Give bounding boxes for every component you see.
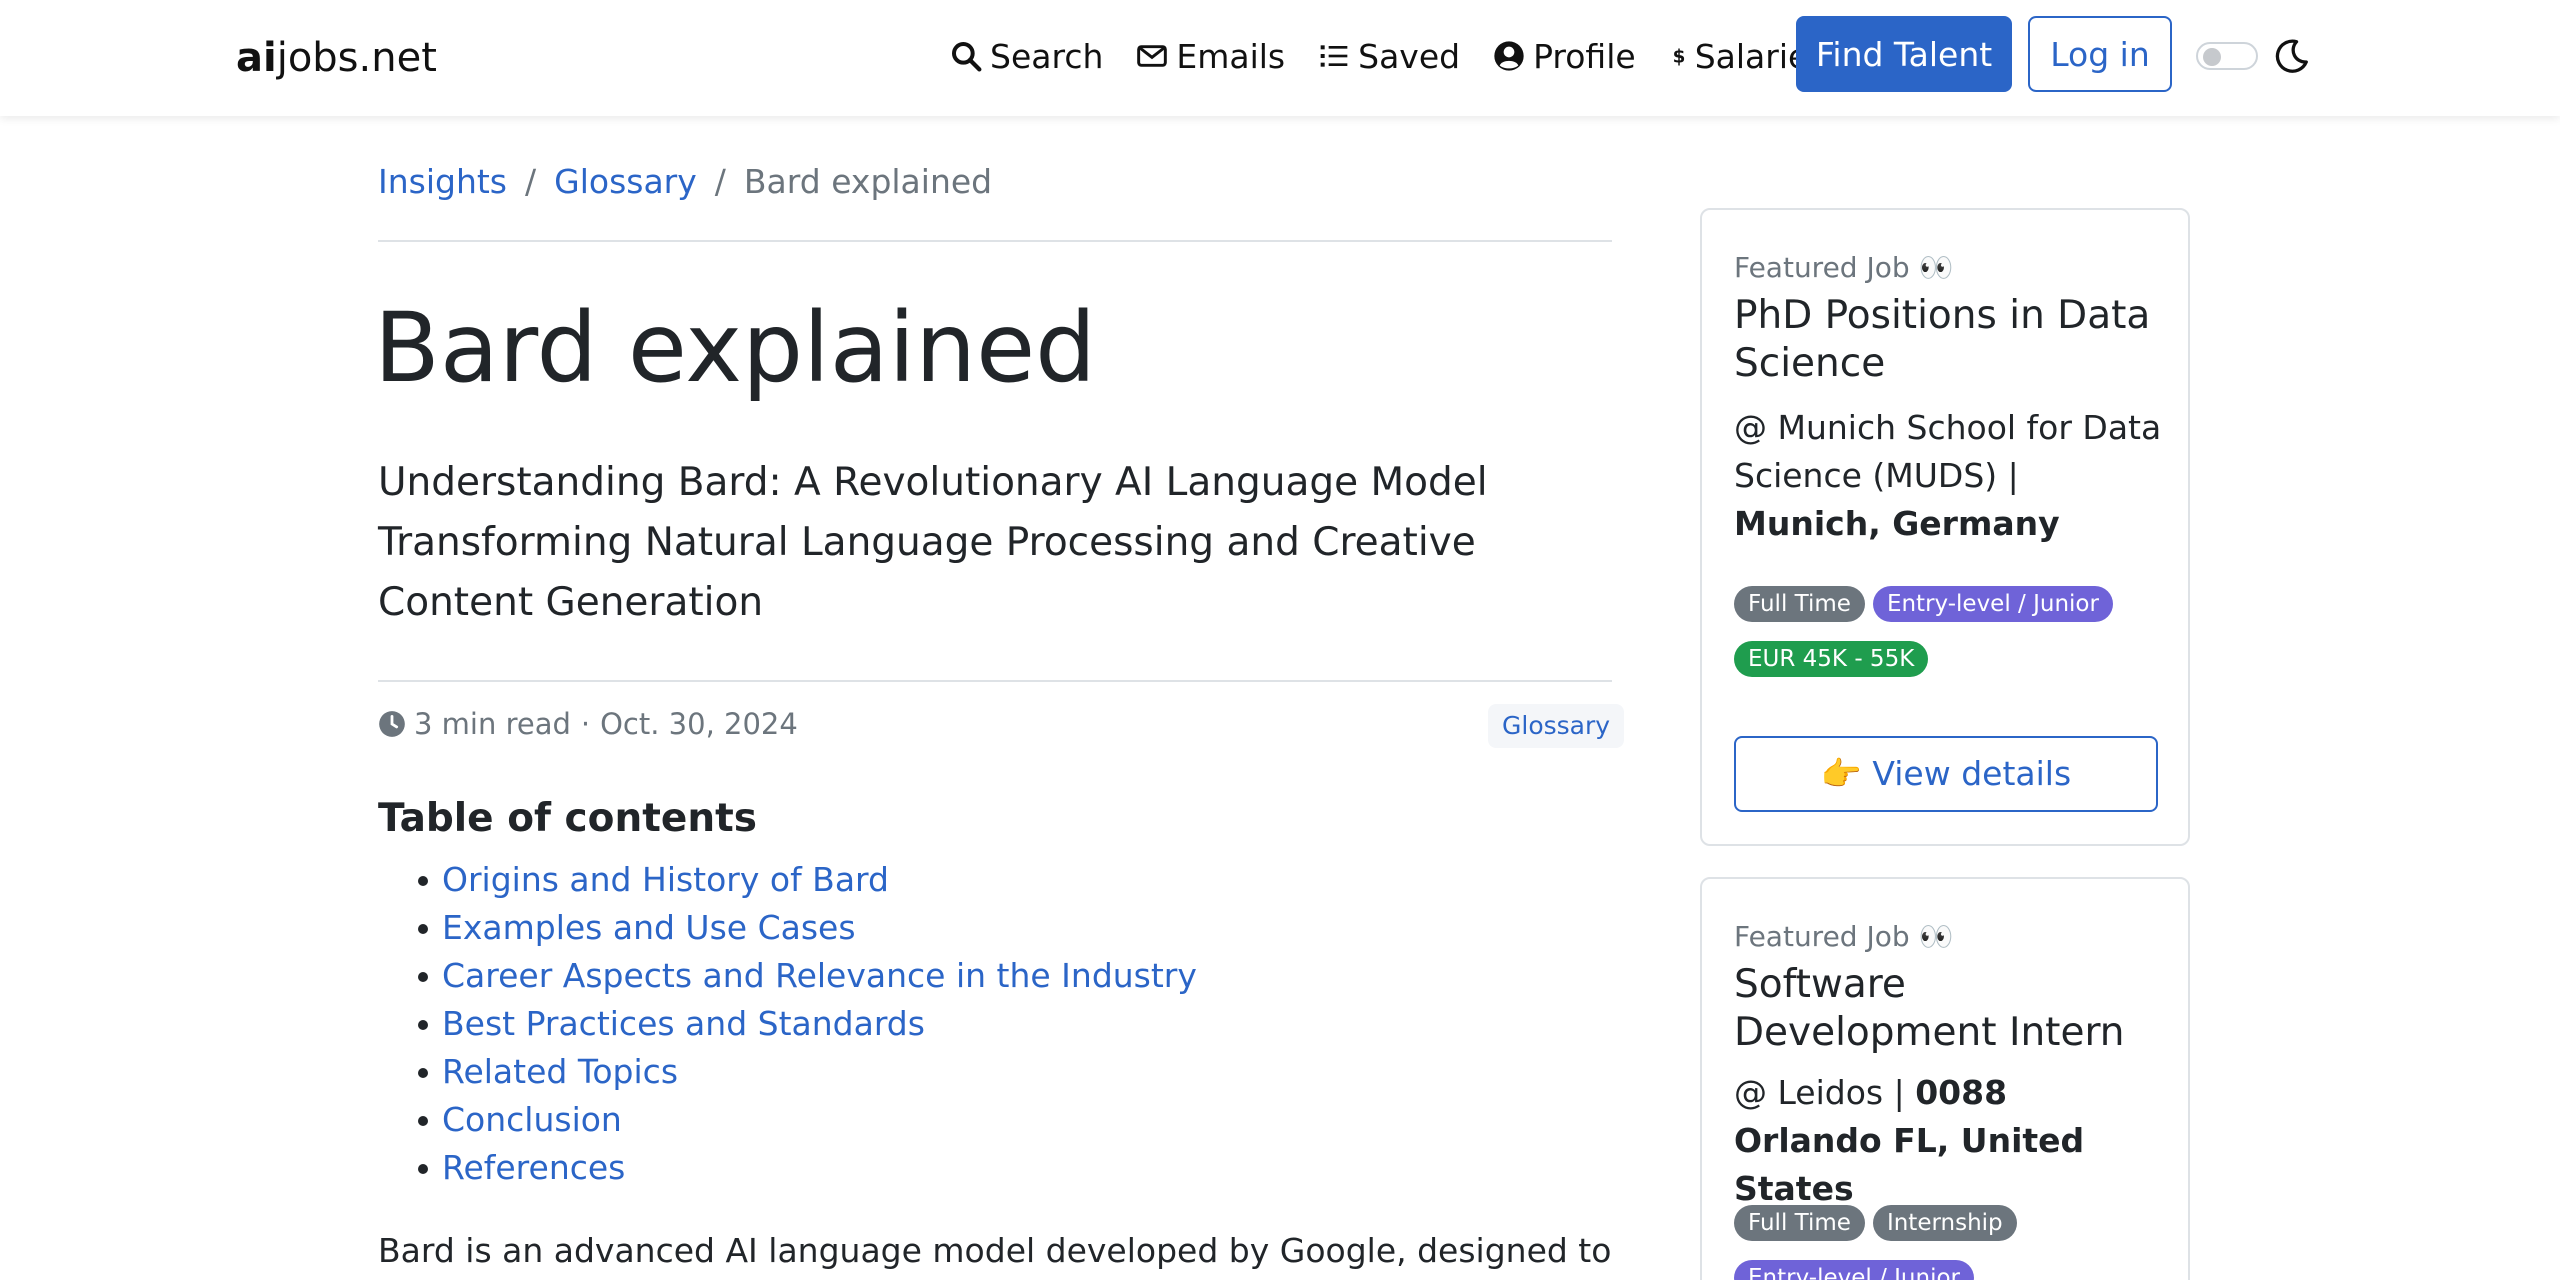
featured-job-card: Featured Job 👀 PhD Positions in Data Sci… xyxy=(1700,208,2190,846)
moon-icon[interactable] xyxy=(2274,38,2310,74)
nav-saved[interactable]: Saved xyxy=(1318,37,1460,76)
breadcrumb: Insights / Glossary / Bard explained xyxy=(378,158,992,206)
job-badges: Full Time Entry-level / Junior EUR 45K -… xyxy=(1734,586,2164,696)
svg-text:$: $ xyxy=(1672,47,1685,68)
badge-level: Entry-level / Junior xyxy=(1734,1260,1975,1280)
list-icon xyxy=(1320,45,1348,67)
login-button[interactable]: Log in xyxy=(2028,16,2172,92)
list-item: Conclusion xyxy=(378,1096,1197,1144)
clock-icon xyxy=(379,711,405,737)
navbar: aijobs.net Search Emails Saved Profile $… xyxy=(0,0,2560,116)
toc-link-related[interactable]: Related Topics xyxy=(442,1052,678,1091)
theme-toggle[interactable] xyxy=(2196,42,2258,70)
featured-job-label: Featured Job 👀 xyxy=(1734,920,1954,953)
read-time: 3 min read xyxy=(414,707,571,741)
nav-search[interactable]: Search xyxy=(950,37,1103,76)
meta-separator: · xyxy=(580,707,591,741)
breadcrumb-glossary[interactable]: Glossary xyxy=(554,158,697,206)
divider xyxy=(378,240,1612,242)
featured-job-card: Featured Job 👀 Software Development Inte… xyxy=(1700,877,2190,1280)
list-item: References xyxy=(378,1144,1197,1192)
list-item: Related Topics xyxy=(378,1048,1197,1096)
toc-link-examples[interactable]: Examples and Use Cases xyxy=(442,908,856,947)
list-item: Examples and Use Cases xyxy=(378,904,1197,952)
envelope-icon xyxy=(1137,45,1168,67)
user-circle-icon xyxy=(1494,41,1524,71)
page-subtitle: Understanding Bard: A Revolutionary AI L… xyxy=(378,460,1488,625)
toc-link-references[interactable]: References xyxy=(442,1148,625,1187)
publish-date: Oct. 30, 2024 xyxy=(600,707,798,741)
view-details-button[interactable]: 👉 View details xyxy=(1734,736,2158,812)
find-talent-button[interactable]: Find Talent xyxy=(1796,16,2012,92)
search-icon xyxy=(952,42,982,72)
featured-job-label: Featured Job 👀 xyxy=(1734,251,1954,284)
badge-level: Entry-level / Junior xyxy=(1872,586,2113,622)
breadcrumb-insights[interactable]: Insights xyxy=(378,158,507,206)
breadcrumb-separator: / xyxy=(525,162,537,201)
toc-link-origins[interactable]: Origins and History of Bard xyxy=(442,860,889,899)
dollar-icon: $ xyxy=(1672,47,1685,68)
list-item: Best Practices and Standards xyxy=(378,1000,1197,1048)
job-company: @ Leidos | 0088 Orlando FL, United State… xyxy=(1734,1073,2085,1208)
job-title[interactable]: PhD Positions in Data Science xyxy=(1734,292,2164,388)
job-badges: Full Time Internship Entry-level / Junio… xyxy=(1734,1205,2164,1280)
breadcrumb-separator: / xyxy=(714,162,726,201)
badge-employment-type: Full Time xyxy=(1734,1205,1865,1241)
article-intro: Bard is an advanced AI language model de… xyxy=(378,1231,1612,1270)
divider xyxy=(378,680,1612,682)
toc-link-career[interactable]: Career Aspects and Relevance in the Indu… xyxy=(442,956,1197,995)
breadcrumb-current: Bard explained xyxy=(743,162,993,201)
toc-link-conclusion[interactable]: Conclusion xyxy=(442,1100,622,1139)
nav-profile[interactable]: Profile xyxy=(1493,37,1636,76)
category-tag[interactable]: Glossary xyxy=(1488,704,1625,748)
badge-job-type: Internship xyxy=(1872,1205,2017,1241)
table-of-contents: Origins and History of Bard Examples and… xyxy=(378,856,1197,1192)
toc-link-best-practices[interactable]: Best Practices and Standards xyxy=(442,1004,925,1043)
nav-emails[interactable]: Emails xyxy=(1136,37,1285,76)
job-location: Munich, Germany xyxy=(1734,504,2060,543)
page-title: Bard explained xyxy=(374,292,1097,404)
badge-employment-type: Full Time xyxy=(1734,586,1865,622)
nav-links: Search Emails Saved Profile $ Salaries xyxy=(950,28,1858,84)
article-meta: 3 min read · Oct. 30, 2024 xyxy=(378,702,798,746)
toc-title: Table of contents xyxy=(378,796,757,841)
job-company: @ Munich School for Data Science (MUDS) … xyxy=(1734,408,2162,543)
list-item: Career Aspects and Relevance in the Indu… xyxy=(378,952,1197,1000)
list-item: Origins and History of Bard xyxy=(378,856,1197,904)
brand-logo[interactable]: aijobs.net xyxy=(236,30,437,86)
badge-salary: EUR 45K - 55K xyxy=(1734,641,1929,677)
job-title[interactable]: Software Development Intern xyxy=(1734,961,2164,1057)
